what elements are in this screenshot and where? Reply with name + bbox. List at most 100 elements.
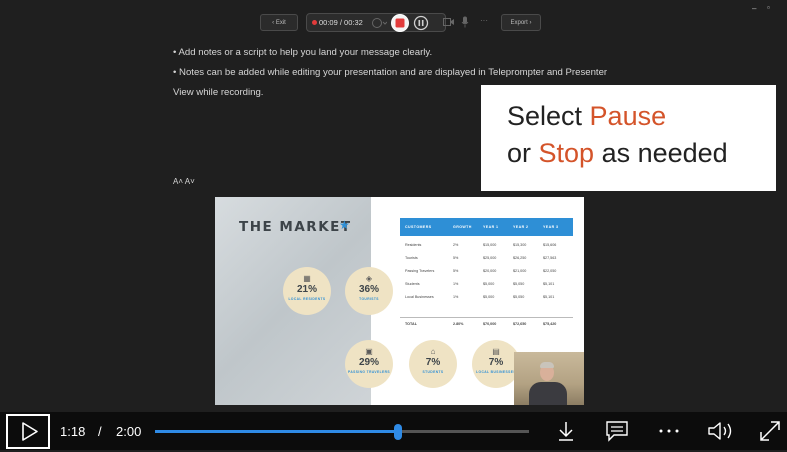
column-header: CUSTOMERS	[405, 225, 432, 229]
stat-label: PASSING TRAVELERS	[347, 370, 391, 374]
stat-percent: 21%	[296, 284, 317, 295]
table-cell: $75,420	[543, 322, 557, 327]
table-cell: Students	[405, 281, 420, 286]
stat-label: TOURISTS	[359, 297, 379, 301]
callout-text: Select	[507, 101, 590, 131]
exit-button[interactable]: ‹ Exit	[260, 14, 298, 31]
table-cell: $5,000	[483, 294, 495, 299]
stat-bubble: ▤ 7% LOCAL BUSINESSES	[472, 340, 520, 388]
play-icon	[22, 422, 38, 441]
table-cell: $15,606	[543, 243, 557, 248]
stat-percent: 7%	[488, 357, 504, 368]
traveler-icon: ▣	[365, 347, 373, 356]
stat-percent: 29%	[358, 357, 379, 368]
table-cell: 5%	[453, 256, 459, 261]
table-row: Tourists 5% $25,000 $26,250 $27,563	[400, 252, 573, 265]
column-header: YEAR 3	[543, 225, 559, 229]
restore-button[interactable]: ▫	[767, 3, 770, 12]
table-cell: $15,300	[513, 243, 527, 248]
table-cell: $5,101	[543, 294, 555, 299]
presenter-body	[529, 382, 567, 405]
camera-icon[interactable]	[443, 17, 455, 27]
table-row: Students 1% $5,000 $5,050 $5,101	[400, 277, 573, 290]
presenter-hair	[540, 362, 554, 368]
table-cell: $5,050	[513, 294, 525, 299]
market-table: CUSTOMERS GROWTH YEAR 1 YEAR 2 YEAR 3 Re…	[400, 218, 573, 331]
table-header: CUSTOMERS GROWTH YEAR 1 YEAR 2 YEAR 3	[400, 218, 573, 236]
more-options-icon[interactable]: ···	[480, 16, 488, 25]
retake-icon[interactable]	[371, 16, 387, 30]
stat-label: LOCAL BUSINESSES	[476, 370, 516, 374]
callout-text: or	[507, 138, 539, 168]
table-cell: 1%	[453, 294, 459, 299]
player-control-bar: 1:18 / 2:00	[0, 412, 787, 450]
duration: 2:00	[116, 424, 142, 439]
callout-pause-word: Pause	[589, 101, 667, 131]
download-icon[interactable]	[556, 420, 576, 442]
table-cell: $70,000	[483, 322, 497, 327]
pause-button[interactable]	[413, 15, 429, 31]
table-cell: Passing Travelers	[405, 268, 435, 273]
table-cell: Tourists	[405, 256, 418, 261]
callout-text: as needed	[594, 138, 728, 168]
table-cell: $27,563	[543, 256, 557, 261]
column-header: YEAR 1	[483, 225, 499, 229]
seek-handle[interactable]	[394, 424, 403, 440]
stat-label: STUDENTS	[422, 370, 444, 374]
table-cell: $22,050	[543, 268, 557, 273]
stat-bubble: ▦ 21% LOCAL RESIDENTS	[283, 267, 331, 315]
captions-icon[interactable]	[605, 420, 629, 442]
table-total-row: TOTAL 2.80% $70,000 $72,650 $75,420	[400, 316, 573, 331]
table-cell: $25,000	[483, 256, 497, 261]
table-cell: 2%	[453, 243, 459, 248]
column-header: YEAR 2	[513, 225, 529, 229]
export-button[interactable]: Export ›	[501, 14, 541, 31]
recording-indicator-icon	[312, 20, 317, 25]
fullscreen-icon[interactable]	[758, 420, 782, 442]
stat-bubble: ⌂ 7% STUDENTS	[409, 340, 457, 388]
star-icon: ★	[339, 218, 350, 232]
table-cell: $5,050	[513, 281, 525, 286]
notes-line-3: View while recording.	[173, 87, 264, 98]
column-header: GROWTH	[453, 225, 472, 229]
table-row: Passing Travelers 5% $20,000 $21,000 $22…	[400, 265, 573, 278]
stat-bubble: ▣ 29% PASSING TRAVELERS	[345, 340, 393, 388]
table-row: Residents 2% $15,000 $15,300 $15,606	[400, 239, 573, 252]
stop-record-button[interactable]	[390, 13, 410, 33]
table-cell: $5,000	[483, 281, 495, 286]
seek-bar[interactable]	[155, 424, 529, 440]
stat-percent: 36%	[358, 284, 379, 295]
microphone-icon[interactable]	[461, 16, 469, 28]
table-cell: $26,250	[513, 256, 527, 261]
stat-percent: 7%	[425, 357, 441, 368]
seek-progress	[155, 430, 399, 433]
table-cell: $20,000	[483, 268, 497, 273]
table-cell: 1%	[453, 281, 459, 286]
more-options-icon[interactable]	[657, 420, 681, 442]
business-icon: ▤	[492, 347, 500, 356]
table-cell: Local Businesses	[405, 294, 434, 299]
table-cell: TOTAL	[405, 322, 417, 327]
instruction-callout: Select Pause or Stop as needed	[481, 85, 776, 191]
table-row: Local Businesses 1% $5,000 $5,050 $5,101	[400, 290, 573, 303]
play-button[interactable]	[6, 414, 50, 449]
table-cell: $72,650	[513, 322, 527, 327]
minimize-button[interactable]: –	[752, 4, 756, 13]
callout-stop-word: Stop	[538, 138, 595, 168]
table-cell: $5,101	[543, 281, 555, 286]
current-time: 1:18	[60, 424, 86, 439]
stat-bubble: ◈ 36% TOURISTS	[345, 267, 393, 315]
table-cell: $21,000	[513, 268, 527, 273]
table-cell: Residents	[405, 243, 422, 248]
notes-line-2: • Notes can be added while editing your …	[173, 67, 608, 78]
font-size-controls[interactable]: A˄ A˅	[173, 177, 195, 186]
building-icon: ▦	[303, 274, 311, 283]
presenter-camera-video	[514, 352, 584, 405]
volume-icon[interactable]	[707, 420, 735, 442]
tourist-icon: ◈	[365, 274, 373, 283]
slide-preview: THE MARKET ★ ▦ 21% LOCAL RESIDENTS ◈ 36%…	[215, 197, 584, 405]
notes-line-1: • Add notes or a script to help you land…	[173, 47, 433, 58]
table-cell: 2.80%	[453, 322, 464, 327]
table-cell: $15,000	[483, 243, 497, 248]
slide-title: THE MARKET	[239, 219, 352, 235]
